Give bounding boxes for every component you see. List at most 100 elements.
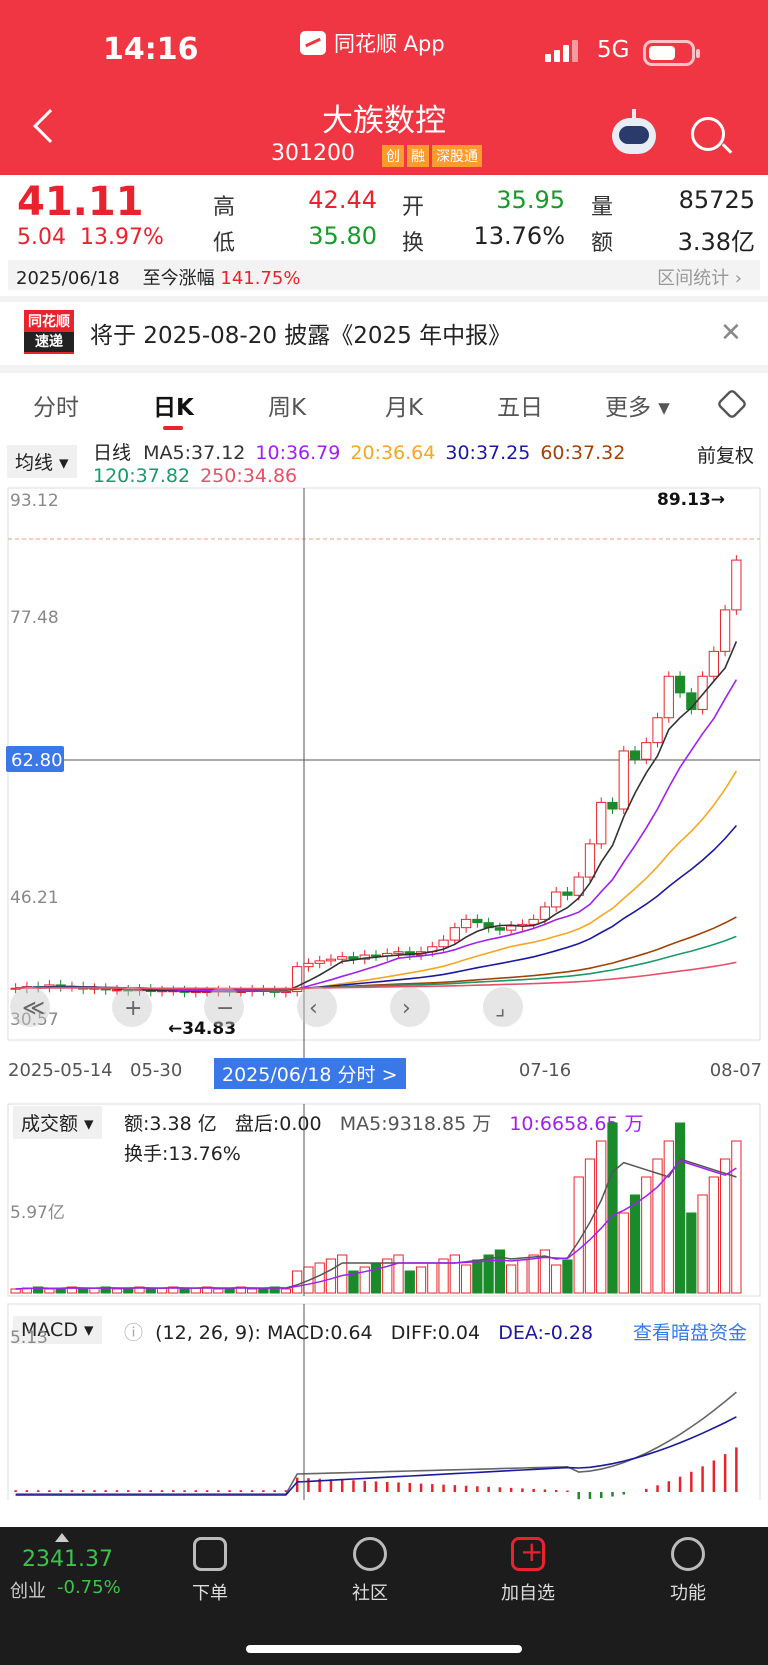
ma-legend-item: 10:36.79	[255, 442, 341, 464]
nav-community-label: 社区	[352, 1583, 388, 1604]
order-doc-icon	[193, 1537, 227, 1571]
volume-bar	[663, 1140, 674, 1294]
nav-add-watchlist[interactable]: 加自选	[478, 1535, 578, 1605]
volume-bar	[438, 1258, 449, 1294]
notice-logo-bottom: 速递	[24, 332, 74, 352]
candle	[596, 801, 607, 845]
chart-control-icon: +	[124, 996, 142, 1021]
volume-bar	[472, 1259, 483, 1294]
signal-icon	[545, 40, 578, 62]
nav-community[interactable]: 社区	[320, 1537, 420, 1605]
volume-bar	[528, 1254, 539, 1294]
x-tick-label: 05-30	[130, 1060, 182, 1080]
macd-frame	[7, 1303, 761, 1500]
tab-fenshi[interactable]: 分时	[33, 388, 79, 422]
notice-logo-top: 同花顺	[28, 314, 70, 330]
macd-y-tick: 5.13	[10, 1328, 48, 1348]
nav-add-label: 加自选	[501, 1583, 555, 1604]
adjust-toggle[interactable]: 前复权	[697, 441, 754, 468]
tab-monthly-k[interactable]: 月K	[385, 388, 423, 422]
expand-up-icon[interactable]	[55, 1533, 69, 1542]
candle	[111, 989, 123, 992]
candle	[460, 918, 472, 929]
turnover-value: 13.76%	[473, 222, 565, 250]
candle	[370, 954, 382, 957]
macd-chart[interactable]: 5.13	[0, 1300, 768, 1500]
volume-bar	[719, 1158, 731, 1294]
high-label: 高	[213, 195, 236, 220]
candle	[551, 891, 562, 908]
tab-more-label: 更多	[605, 395, 651, 421]
volume-bar	[674, 1122, 686, 1294]
index-change: -0.75%	[57, 1577, 121, 1598]
candle	[697, 675, 708, 710]
range-date: 2025/06/18	[16, 268, 120, 289]
volume-bar	[584, 1158, 596, 1294]
volume-bar	[325, 1258, 337, 1294]
tab-more[interactable]: 更多 ▾	[605, 388, 670, 422]
notice-logo: 同花顺 速递	[24, 310, 74, 354]
candle	[641, 742, 652, 760]
volume-bar	[708, 1176, 719, 1294]
menu-icon	[671, 1537, 705, 1571]
chart-frame	[7, 487, 761, 1041]
period-label: 日线	[93, 442, 132, 464]
ma-line	[15, 824, 738, 991]
ma-legend-item: MA5:37.12	[143, 442, 246, 464]
volume-value: 85725	[678, 186, 755, 214]
index-value[interactable]: 2341.37	[22, 1547, 113, 1572]
volume-bar	[292, 1270, 303, 1294]
volume-chart[interactable]: 5.97亿	[0, 1100, 768, 1300]
nav-functions[interactable]: 功能	[638, 1537, 738, 1605]
stock-code: 301200	[271, 141, 355, 166]
price-change: 5.04 13.97%	[17, 225, 164, 250]
robot-assistant-icon[interactable]	[612, 109, 656, 154]
chart-control-icon: ‹	[309, 996, 318, 1021]
tab-daily-k[interactable]: 日K	[153, 388, 194, 422]
tab-weekly-k[interactable]: 周K	[268, 388, 306, 422]
search-icon[interactable]	[691, 117, 725, 151]
range-stat-button[interactable]: 区间统计 ›	[657, 264, 742, 290]
crosshair-date-button[interactable]: 2025/06/18 分时 >	[214, 1058, 406, 1089]
volume-bar	[280, 1288, 292, 1294]
range-bar: 2025/06/18 至今涨幅 141.75% 区间统计 ›	[8, 260, 760, 290]
volume-bar	[404, 1270, 415, 1294]
volume-bar	[596, 1140, 607, 1294]
candle	[472, 918, 483, 924]
chart-control-icon: ≪	[22, 996, 45, 1021]
tab-active-indicator	[163, 426, 183, 430]
candle	[314, 960, 325, 964]
add-plus-icon	[511, 1535, 545, 1571]
nav-order[interactable]: 下单	[160, 1537, 260, 1605]
ma-line	[15, 935, 737, 990]
volume-bar	[731, 1140, 742, 1294]
indicator-select[interactable]: 均线 ▾	[7, 445, 77, 478]
low-label: 低	[213, 231, 236, 256]
y-tick-label: 46.21	[10, 888, 59, 908]
volume-bar	[393, 1254, 404, 1294]
tab-five-day[interactable]: 五日	[497, 388, 543, 422]
candle	[629, 750, 641, 760]
change-value: 5.04	[17, 225, 66, 250]
kline-chart[interactable]: 93.1277.4846.2130.5762.8089.13→←34.83≪+−…	[0, 480, 768, 1080]
candle	[337, 956, 348, 960]
volume-bar	[449, 1254, 460, 1294]
index-name: 创业	[10, 1581, 46, 1602]
candle	[584, 843, 596, 878]
quote-panel: 41.11 5.04 13.97% 高 42.44 低 35.80 开 35.9…	[0, 175, 768, 295]
tag-chuang: 创	[382, 145, 404, 167]
chart-control-icon: ›	[402, 996, 411, 1021]
candle	[494, 927, 506, 931]
notice-text: 将于 2025-08-20 披露《2025 年中报》	[90, 323, 512, 349]
y-tick-label: 93.12	[10, 491, 59, 511]
notice-banner[interactable]: 同花顺 速递 将于 2025-08-20 披露《2025 年中报》 ✕	[0, 300, 768, 365]
volume-bar	[652, 1158, 663, 1294]
nav-functions-label: 功能	[670, 1583, 706, 1604]
candle	[663, 675, 674, 719]
candle	[303, 962, 314, 968]
high-mark: 89.13→	[657, 490, 725, 510]
candle	[719, 609, 731, 652]
close-icon[interactable]: ✕	[720, 318, 742, 348]
tag-rong: 融	[407, 145, 429, 167]
change-pct: 13.97%	[79, 225, 164, 250]
